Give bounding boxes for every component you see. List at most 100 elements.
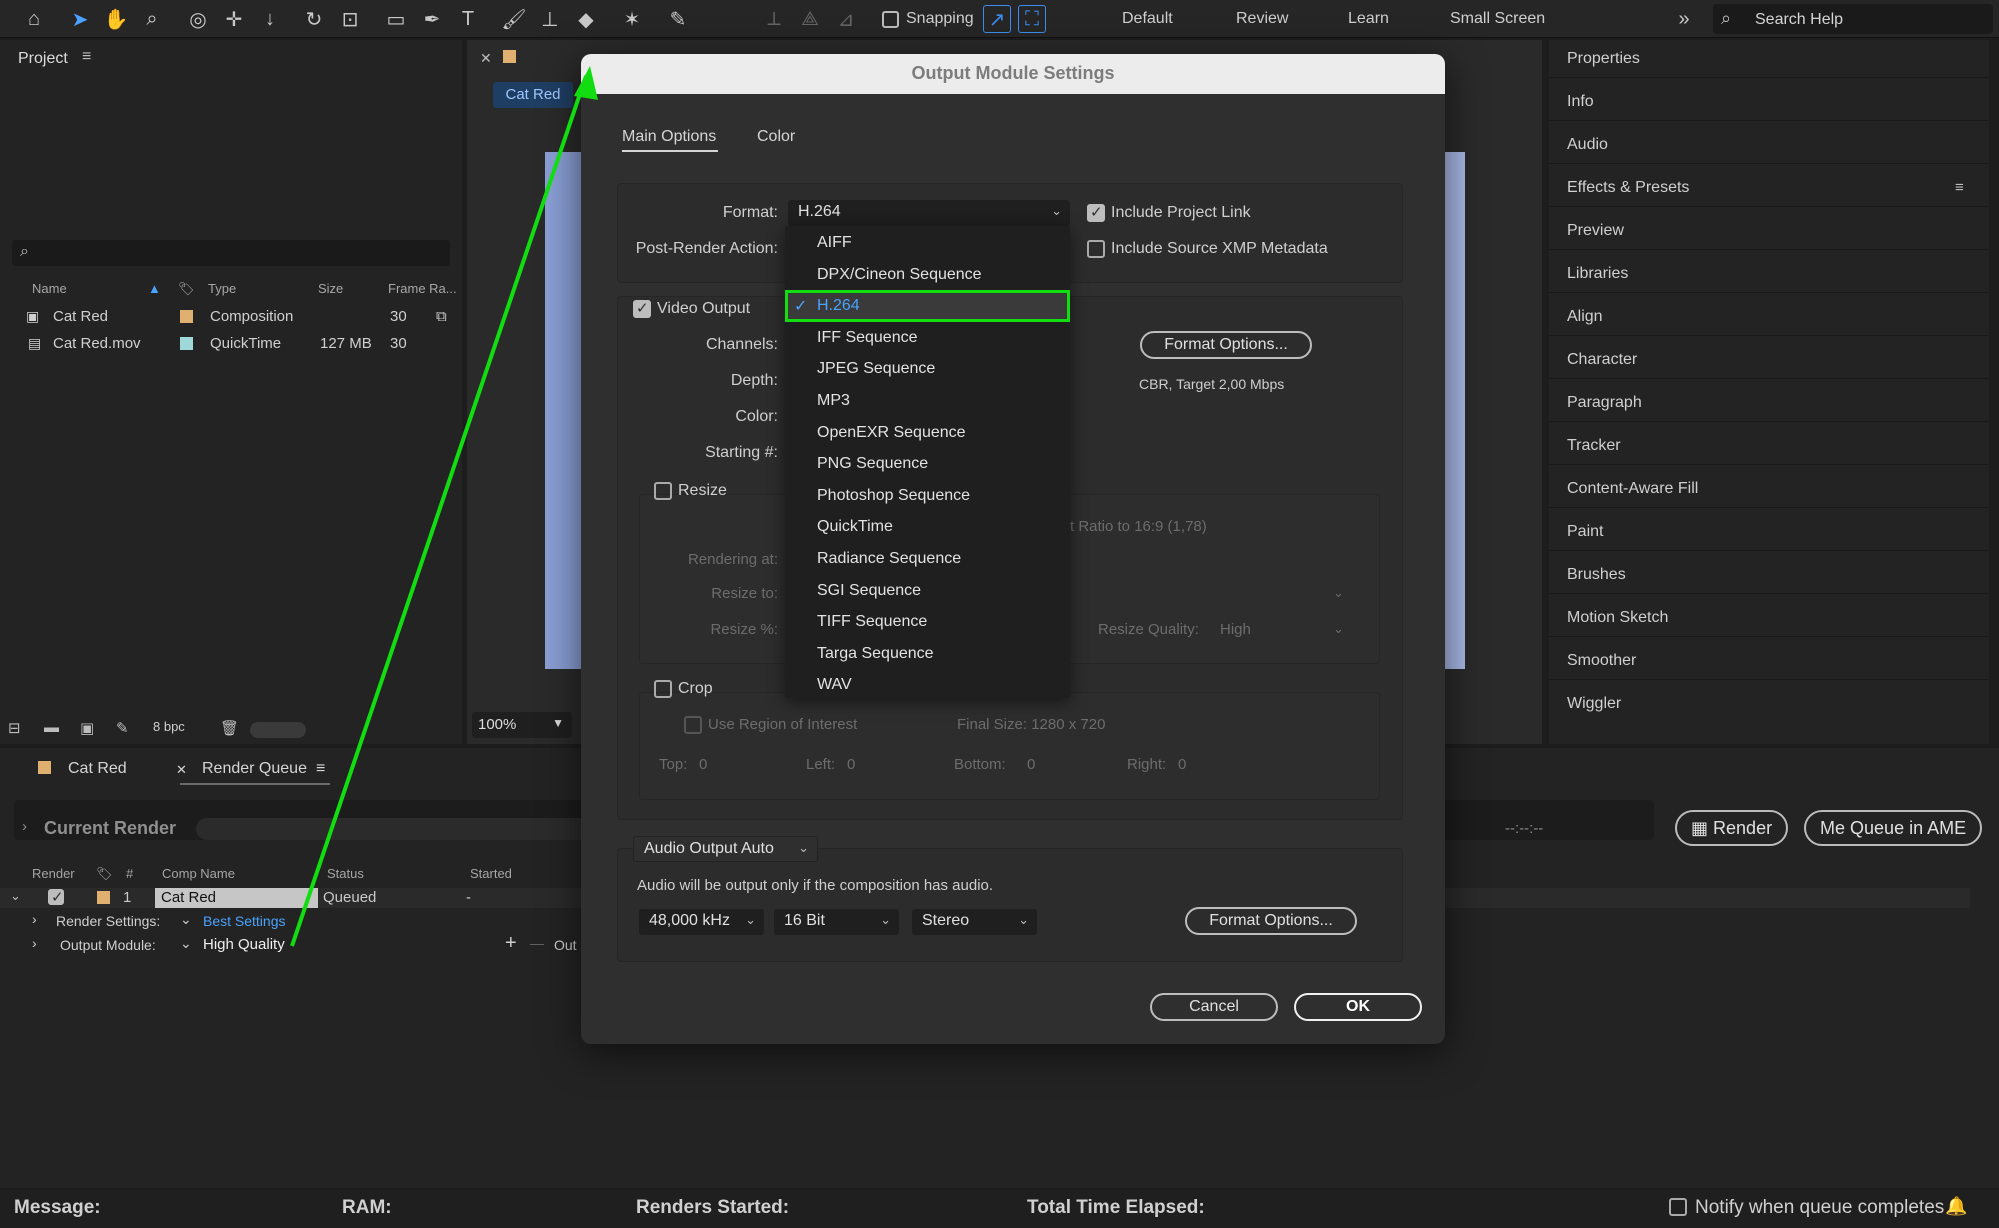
resize-checkbox[interactable] [654, 482, 672, 500]
panel-menu-icon[interactable]: ≡ [1955, 179, 1964, 196]
panel-motion-sketch[interactable]: Motion Sketch [1567, 609, 1668, 627]
format-option[interactable]: SGI Sequence [817, 582, 921, 600]
rectangle-tool-icon[interactable]: ▭ [382, 5, 410, 33]
format-option[interactable]: IFF Sequence [817, 329, 918, 347]
panel-content-aware-fill[interactable]: Content-Aware Fill [1567, 480, 1698, 498]
chevron-down-icon[interactable]: ⌄ [180, 911, 192, 928]
zoom-tool-icon[interactable]: ⌕ [138, 5, 166, 33]
crop-left-value[interactable]: 0 [847, 756, 855, 773]
resize-quality-value[interactable]: High [1220, 621, 1251, 638]
cancel-button[interactable]: Cancel [1150, 993, 1278, 1021]
workspace-small-screen[interactable]: Small Screen [1450, 10, 1545, 28]
format-option[interactable]: QuickTime [817, 518, 893, 536]
orbit-camera-icon[interactable]: ◎ [184, 5, 212, 33]
crop-top-value[interactable]: 0 [699, 756, 707, 773]
close-tab-icon[interactable]: ✕ [480, 50, 492, 67]
column-comp-name[interactable]: Comp Name [162, 866, 235, 881]
use-roi-checkbox[interactable] [684, 716, 702, 734]
crop-right-value[interactable]: 0 [1178, 756, 1186, 773]
dolly-camera-icon[interactable]: ↓ [256, 5, 284, 33]
snap-features-icon[interactable]: ⛶ [1018, 5, 1046, 33]
tab-cat-red[interactable]: Cat Red [68, 760, 127, 778]
audio-output-select[interactable]: Audio Output Auto ⌄ [633, 836, 818, 862]
column-size[interactable]: Size [318, 281, 343, 296]
panel-libraries[interactable]: Libraries [1567, 265, 1628, 283]
format-option[interactable]: Photoshop Sequence [817, 487, 970, 505]
more-workspaces-icon[interactable]: » [1670, 5, 1698, 33]
selection-tool-icon[interactable]: ➤ [66, 5, 94, 33]
column-status[interactable]: Status [327, 866, 364, 881]
puppet-pin-icon[interactable]: ✎ [664, 5, 692, 33]
brush-tool-icon[interactable]: 🖌 [500, 5, 528, 33]
tab-color[interactable]: Color [757, 128, 795, 146]
chevron-right-icon[interactable]: › [32, 935, 37, 951]
format-option-selected[interactable]: H.264 [817, 297, 860, 315]
crop-bottom-value[interactable]: 0 [1027, 756, 1035, 773]
trash-icon[interactable]: 🗑 [220, 719, 239, 737]
format-option[interactable]: TIFF Sequence [817, 613, 927, 631]
column-type[interactable]: Type [208, 281, 236, 296]
interpret-footage-icon[interactable]: ⊟ [8, 719, 21, 737]
output-module-link[interactable]: High Quality [203, 936, 285, 953]
format-option[interactable]: MP3 [817, 392, 850, 410]
zoom-select[interactable]: 100% ▼ [472, 712, 572, 738]
type-tool-icon[interactable]: T [454, 5, 482, 33]
render-button[interactable]: ▦ Render [1675, 810, 1789, 846]
sample-rate-select[interactable]: 48,000 kHz ⌄ [639, 909, 764, 935]
format-option[interactable]: WAV [817, 676, 852, 694]
workspace-default[interactable]: Default [1122, 10, 1173, 28]
format-option[interactable]: AIFF [817, 234, 852, 252]
project-search-input[interactable]: ⌕ [12, 240, 450, 266]
video-format-options-button[interactable]: Format Options... [1140, 331, 1312, 359]
clone-stamp-icon[interactable]: ⊥ [536, 5, 564, 33]
pen-tool-icon[interactable]: ✒ [418, 5, 446, 33]
panel-paint[interactable]: Paint [1567, 523, 1603, 541]
column-render[interactable]: Render [32, 866, 75, 881]
search-help-field[interactable]: ⌕ Search Help [1713, 4, 1993, 34]
panel-properties[interactable]: Properties [1567, 50, 1640, 68]
pan-behind-icon[interactable]: ⊡ [336, 5, 364, 33]
pan-camera-icon[interactable]: ✛ [220, 5, 248, 33]
format-option[interactable]: OpenEXR Sequence [817, 424, 966, 442]
bit-depth-select[interactable]: 16 Bit ⌄ [774, 909, 899, 935]
crop-checkbox[interactable] [654, 680, 672, 698]
audio-channels-select[interactable]: Stereo ⌄ [912, 909, 1037, 935]
workspace-learn[interactable]: Learn [1348, 10, 1389, 28]
format-option[interactable]: PNG Sequence [817, 455, 928, 473]
tab-render-queue[interactable]: Render Queue [202, 760, 307, 778]
format-option[interactable]: JPEG Sequence [817, 360, 935, 378]
snapping-checkbox[interactable] [882, 11, 899, 28]
panel-info[interactable]: Info [1567, 93, 1594, 111]
thumbnail-slider[interactable] [250, 722, 306, 738]
render-settings-link[interactable]: Best Settings [203, 913, 286, 929]
tab-main-options[interactable]: Main Options [622, 128, 716, 146]
project-item[interactable]: ▣ Cat Red Composition 30 ⧉ [0, 303, 462, 330]
include-project-link-checkbox[interactable] [1087, 203, 1105, 222]
snap-edges-icon[interactable]: ↗ [983, 5, 1011, 33]
format-option[interactable]: Radiance Sequence [817, 550, 961, 568]
panel-brushes[interactable]: Brushes [1567, 566, 1626, 584]
include-xmp-checkbox[interactable] [1087, 240, 1105, 258]
panel-paragraph[interactable]: Paragraph [1567, 394, 1642, 412]
sort-ascending-icon[interactable]: ▲ [148, 281, 161, 296]
axis-local-icon[interactable]: ⟂ [760, 5, 788, 33]
column-name[interactable]: Name [32, 281, 67, 296]
format-option[interactable]: DPX/Cineon Sequence [817, 266, 982, 284]
panel-effects-presets[interactable]: Effects & Presets [1567, 179, 1689, 197]
panel-character[interactable]: Character [1567, 351, 1637, 369]
render-checkbox[interactable] [48, 888, 64, 906]
chevron-right-icon[interactable]: › [22, 818, 27, 835]
axis-world-icon[interactable]: ⟁ [796, 5, 824, 33]
axis-view-icon[interactable]: ⊿ [832, 5, 860, 33]
workspace-review[interactable]: Review [1236, 10, 1288, 28]
label-tag-icon[interactable]: 🏷 [96, 866, 113, 882]
chevron-down-icon[interactable]: ⌄ [10, 888, 21, 904]
add-output-module-icon[interactable]: + [505, 932, 517, 955]
format-select[interactable]: H.264 ⌄ [788, 200, 1070, 226]
panel-tracker[interactable]: Tracker [1567, 437, 1621, 455]
new-folder-icon[interactable]: ▬ [44, 719, 59, 736]
bit-depth-button[interactable]: 8 bpc [153, 719, 185, 734]
roto-brush-icon[interactable]: ✶ [618, 5, 646, 33]
column-frame-rate[interactable]: Frame Ra... [388, 281, 457, 296]
column-index[interactable]: # [126, 866, 133, 881]
